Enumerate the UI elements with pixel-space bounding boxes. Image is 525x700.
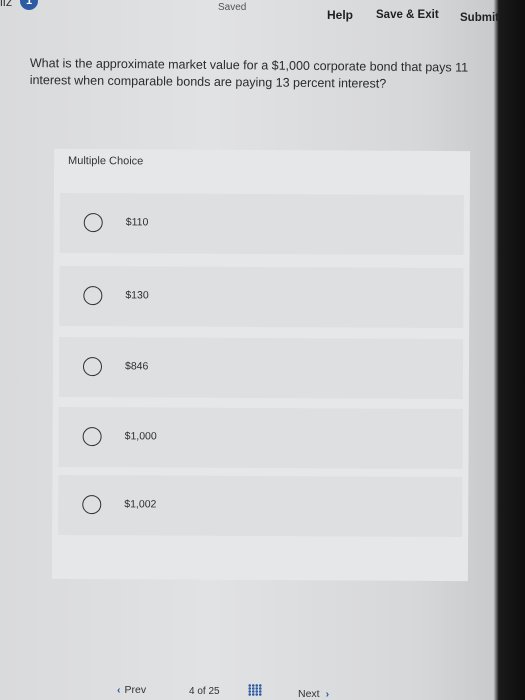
multiple-choice-panel: Multiple Choice $110 $130 $846 $1,000 $1… (51, 148, 471, 582)
page-total: 25 (208, 686, 220, 697)
choice-option[interactable]: $1,002 (58, 474, 463, 538)
choice-label: $1,000 (124, 430, 157, 443)
prev-button[interactable]: ‹ Prev (117, 684, 146, 696)
top-bar: iiz 1 Saved Help Save & Exit Submit (0, 0, 500, 34)
radio-button[interactable] (82, 357, 103, 377)
saved-status: Saved (218, 2, 247, 13)
choice-option[interactable]: $130 (59, 265, 464, 329)
choice-label: $110 (125, 216, 149, 229)
radio-button[interactable] (82, 495, 102, 515)
radio-button[interactable] (82, 427, 102, 447)
help-link[interactable]: Help (327, 8, 353, 22)
choice-option[interactable]: $846 (58, 336, 464, 400)
prev-label: Prev (124, 684, 147, 696)
save-exit-link[interactable]: Save & Exit (376, 9, 439, 21)
multiple-choice-title: Multiple Choice (68, 154, 144, 168)
grid-icon[interactable] (248, 684, 262, 696)
page-current: 4 (189, 686, 195, 697)
radio-button[interactable] (83, 213, 103, 233)
info-badge[interactable]: 1 (20, 0, 38, 10)
chevron-left-icon: ‹ (117, 684, 121, 696)
choice-label: $130 (125, 289, 149, 302)
choice-option[interactable]: $110 (59, 192, 464, 256)
next-label: Next (298, 688, 320, 700)
choice-option[interactable]: $1,000 (58, 406, 463, 470)
page-of: of (197, 686, 206, 697)
submit-button[interactable]: Submit (460, 12, 499, 24)
choice-label: $846 (124, 360, 149, 373)
radio-button[interactable] (83, 286, 103, 306)
question-text: What is the approximate market value for… (29, 55, 469, 91)
next-button[interactable]: Next › (298, 688, 329, 700)
quiz-tag: iiz (0, 0, 13, 9)
choice-label: $1,002 (124, 498, 157, 511)
chevron-right-icon: › (325, 688, 330, 700)
page-indicator: 4 of 25 (189, 686, 220, 697)
pagination-footer: ‹ Prev 4 of 25 Next › (0, 680, 525, 700)
